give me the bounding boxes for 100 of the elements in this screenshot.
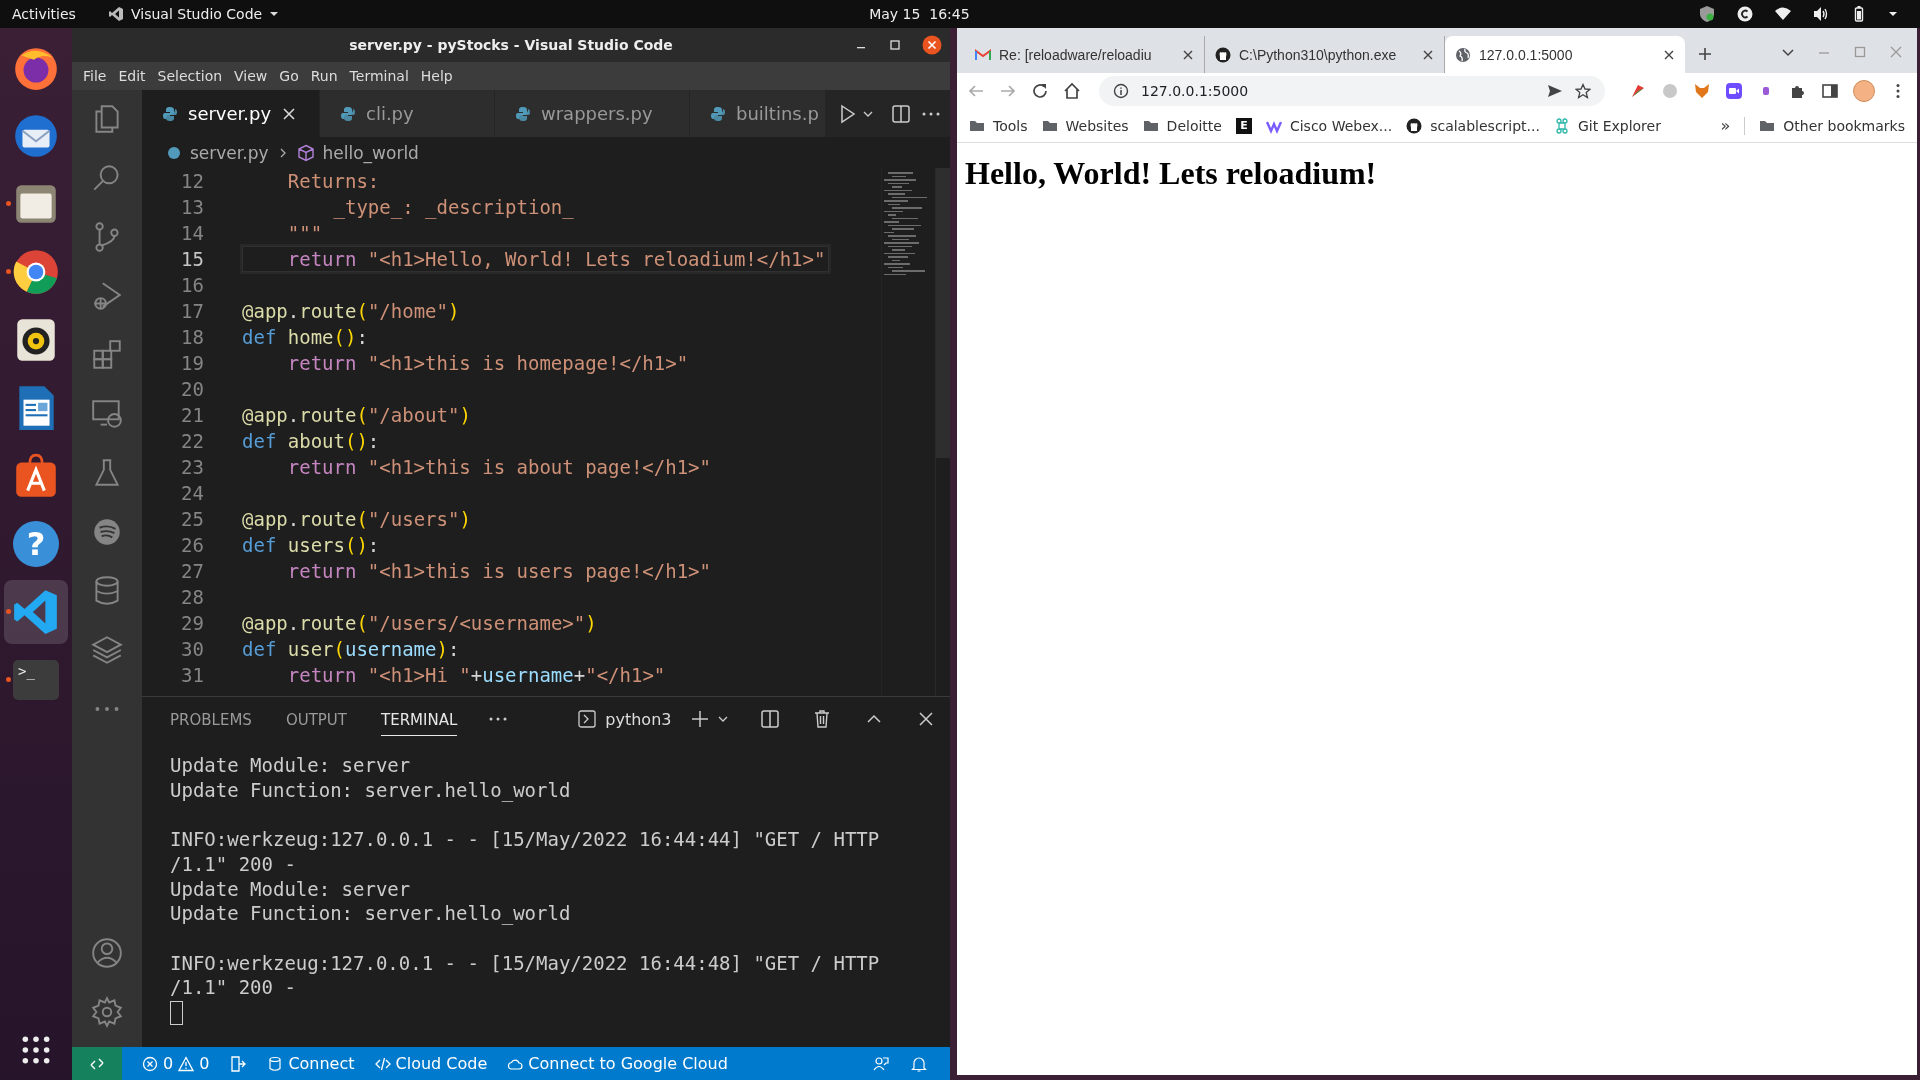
activities-button[interactable]: Activities <box>12 6 108 22</box>
mail-icon <box>975 46 991 63</box>
menu-item[interactable]: Help <box>415 68 458 84</box>
terminal-name[interactable]: python3 <box>605 709 672 729</box>
menu-item[interactable]: Terminal <box>344 68 414 84</box>
terminal-line: Update Module: server <box>170 753 412 778</box>
bookmark-icon[interactable]: E <box>1235 117 1252 134</box>
line-number: 24 <box>180 481 205 506</box>
status-item[interactable]: Cloud Code <box>374 1054 488 1073</box>
vscode-icon <box>108 6 124 22</box>
shield-icon[interactable] <box>1698 5 1716 23</box>
remote-icon[interactable] <box>90 397 124 431</box>
video-icon[interactable] <box>1725 82 1743 100</box>
address-bar[interactable]: 127.0.0.1:5000 <box>1099 76 1605 106</box>
new-tab-icon[interactable] <box>1697 46 1713 62</box>
menu-item[interactable]: View <box>229 68 273 84</box>
close-icon[interactable] <box>1422 48 1434 61</box>
side-panel-icon[interactable] <box>1821 82 1839 100</box>
home-icon[interactable] <box>1063 82 1081 100</box>
close-icon[interactable] <box>1663 48 1675 61</box>
page-heading: Hello, World! Lets reloadium! <box>965 155 1378 192</box>
copyright-icon[interactable] <box>1736 5 1754 23</box>
editor-tab[interactable]: server.py <box>142 90 320 137</box>
panel-tab[interactable]: PROBLEMS <box>170 702 252 736</box>
menu-item[interactable]: File <box>78 68 112 84</box>
breadcrumb-item[interactable]: server.py <box>190 142 269 163</box>
reload-icon[interactable] <box>1031 82 1049 100</box>
bookmarks-overflow-button[interactable]: » <box>1720 116 1731 135</box>
status-item[interactable]: Connect to Google Cloud <box>507 1054 728 1073</box>
code-line: return "<h1>Hi "+username+"</h1>" <box>286 663 666 688</box>
line-number: 27 <box>180 559 205 584</box>
bell-icon[interactable] <box>910 1054 928 1073</box>
extensions-icon[interactable] <box>90 338 124 372</box>
settings-icon[interactable] <box>90 995 124 1029</box>
account-icon[interactable] <box>90 936 124 970</box>
send-icon[interactable] <box>1547 83 1563 99</box>
status-item[interactable]: Connect <box>267 1054 355 1073</box>
code-icon <box>374 1055 391 1072</box>
info-icon[interactable] <box>1113 83 1129 99</box>
terminal-line: Update Function: server.hello_world <box>170 901 572 926</box>
dock-item-highlight[interactable] <box>4 580 68 644</box>
menu-item[interactable]: Run <box>305 68 343 84</box>
database-icon <box>267 1055 284 1072</box>
app-menu[interactable]: Visual Studio Code <box>131 6 263 22</box>
menu-item[interactable]: Go <box>274 68 304 84</box>
terminal-line: Update Function: server.hello_world <box>170 777 572 803</box>
browser-tab[interactable]: 127.0.0.1:5000 <box>1445 36 1685 73</box>
cube-icon <box>296 143 315 162</box>
other-bookmarks[interactable]: Other bookmarks <box>1759 117 1905 134</box>
line-number: 25 <box>180 507 205 532</box>
clock[interactable]: May 15 16:45 <box>869 6 970 22</box>
caret-icon[interactable] <box>1888 9 1898 19</box>
browser-tab[interactable]: Re: [reloadware/reloadiu <box>965 36 1205 73</box>
line-number: 28 <box>180 585 205 610</box>
split-editor-icon[interactable] <box>890 102 912 125</box>
bookmark[interactable]: Git Explorer <box>1553 117 1661 134</box>
editor-tab[interactable]: cli.py <box>320 90 495 137</box>
window-title: server.py - pyStocks - Visual Studio Code <box>349 37 673 53</box>
close-icon[interactable] <box>922 35 942 55</box>
bookmark[interactable]: Websites <box>1041 117 1129 134</box>
volume-icon[interactable] <box>1812 5 1830 23</box>
bookmark[interactable]: Cisco Webex... <box>1265 117 1393 134</box>
breadcrumb-item[interactable]: hello_world <box>322 142 419 163</box>
line-number: 30 <box>180 637 205 662</box>
menu-item[interactable]: Edit <box>113 68 151 84</box>
split-terminal-icon[interactable] <box>759 708 782 730</box>
apps-grid-icon[interactable] <box>20 1034 52 1066</box>
bookmark[interactable]: scalablescript... <box>1406 117 1540 134</box>
python-icon <box>162 105 178 122</box>
terminal-icon[interactable]: >_ <box>13 660 59 700</box>
warning-icon <box>178 1055 195 1072</box>
code-line: _type_: _description_ <box>332 195 574 220</box>
fox-icon[interactable] <box>1693 82 1711 100</box>
bookmark[interactable]: Deloitte <box>1142 117 1222 134</box>
editor-tab[interactable]: wrappers.py <box>495 90 690 137</box>
code-line: @app.route("/users/<username>") <box>242 611 597 636</box>
bookmark[interactable]: Tools <box>969 117 1028 134</box>
star-icon[interactable] <box>1575 83 1591 99</box>
exit-icon[interactable] <box>229 1054 248 1073</box>
menu-item[interactable]: Selection <box>152 68 228 84</box>
close-icon[interactable] <box>281 105 298 122</box>
close-icon[interactable] <box>1182 48 1194 61</box>
maximize-icon[interactable] <box>888 38 902 52</box>
line-number: 14 <box>180 221 205 246</box>
code-line: return "<h1>this is homepage!</h1>" <box>286 351 689 376</box>
python-icon <box>340 105 356 122</box>
code-line: def home(): <box>242 325 368 350</box>
scrollbar-thumb[interactable] <box>936 168 950 458</box>
profile-avatar[interactable] <box>1853 80 1875 102</box>
layers-icon[interactable] <box>90 633 124 667</box>
terminal-cursor <box>170 1000 183 1025</box>
editor-tab[interactable]: builtins.p <box>690 90 826 137</box>
panel-tab[interactable]: OUTPUT <box>285 702 347 736</box>
line-number: 18 <box>180 325 205 350</box>
panel-tab[interactable]: TERMINAL <box>381 702 458 736</box>
chrome-icon[interactable] <box>11 247 61 297</box>
terminal-line: INFO:werkzeug:127.0.0.1 - - [15/May/2022 16:44:48] "GET / HTTP <box>170 950 881 976</box>
code-line: Returns: <box>286 169 380 194</box>
feedback-icon[interactable] <box>872 1054 890 1073</box>
problems-button[interactable]: 0 0 <box>142 1054 210 1073</box>
